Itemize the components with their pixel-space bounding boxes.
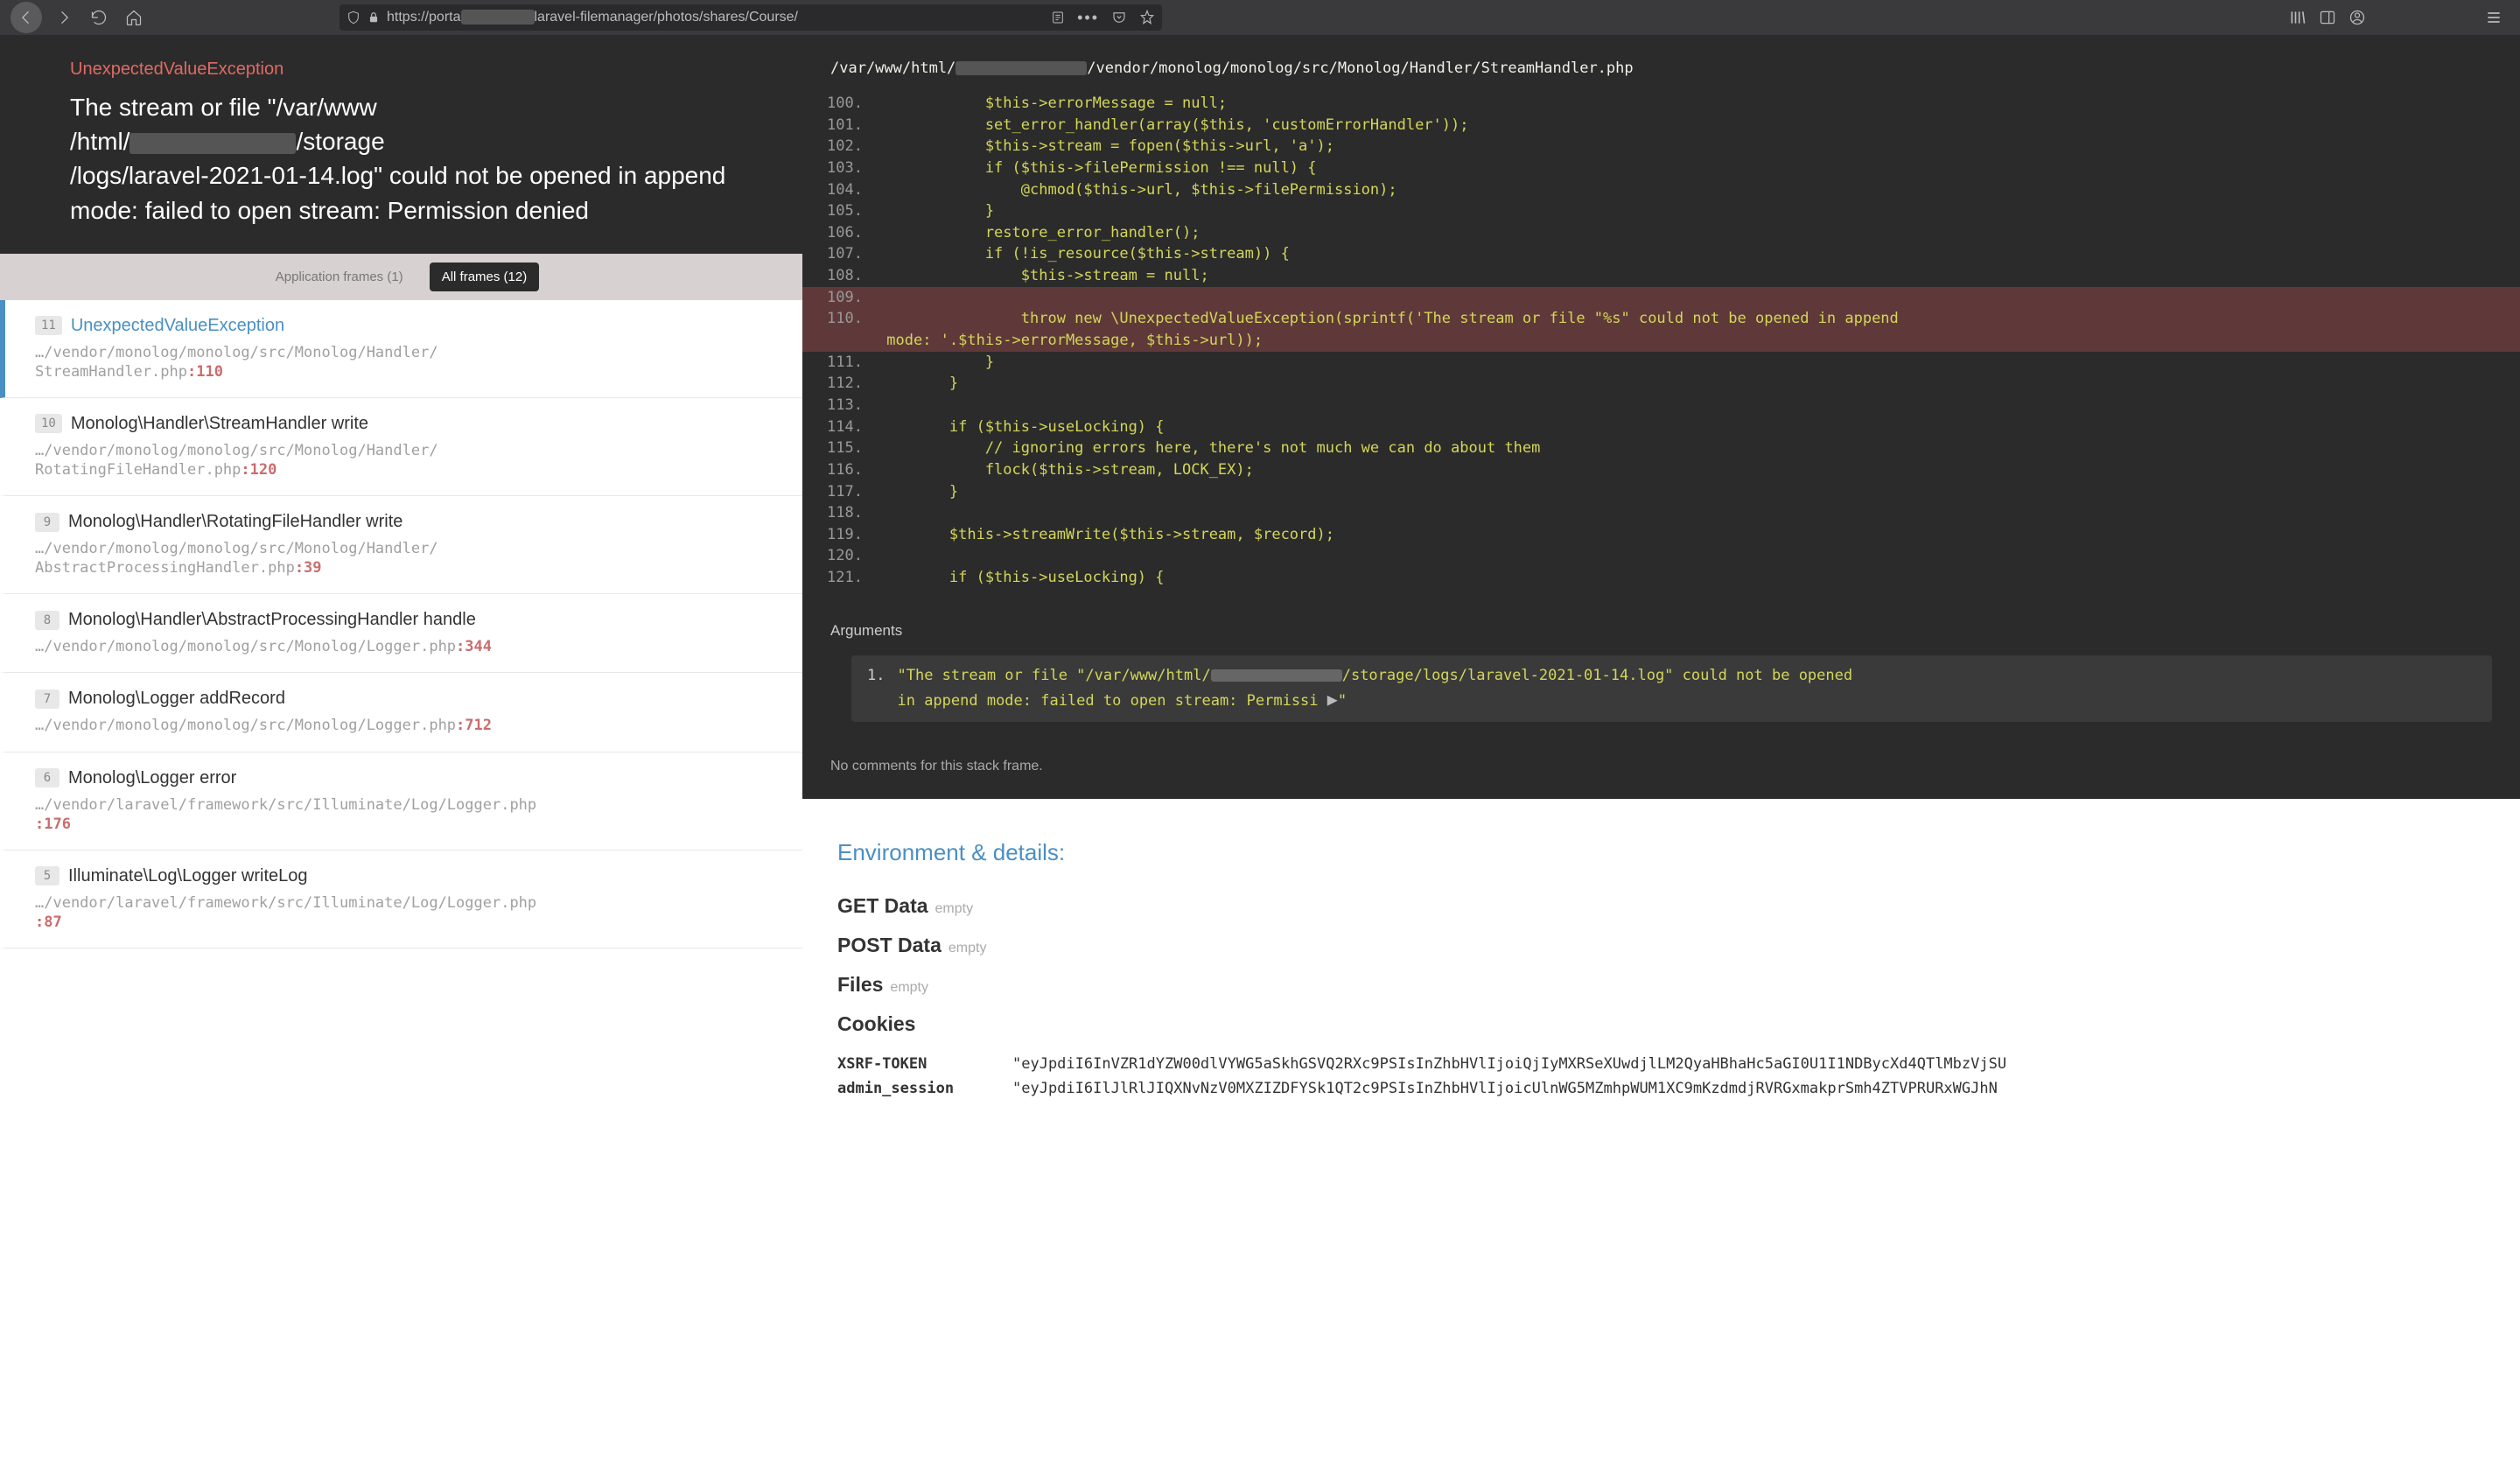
code-line: 103. if ($this->filePermission !== null)…: [802, 158, 2520, 179]
menu-icon[interactable]: [2485, 9, 2502, 26]
lock-icon: [368, 9, 380, 26]
frame-title: Monolog\Handler\StreamHandler write: [71, 414, 368, 434]
environment-heading: Environment & details:: [837, 839, 2485, 866]
frame-path: …/vendor/monolog/monolog/src/Monolog/Log…: [35, 637, 781, 656]
reload-button[interactable]: [86, 4, 112, 31]
env-getdata-label: GET Data: [837, 894, 928, 918]
account-icon[interactable]: [2348, 9, 2366, 26]
cookies-table: XSRF-TOKEN "eyJpdiI6InVZR1dYZW00dlVYWG5aS…: [837, 1052, 2485, 1101]
code-line: 117. }: [802, 481, 2520, 503]
url-text: https://portaxxxlaravel-filemanager/phot…: [387, 10, 798, 25]
cookie-key: admin_session: [837, 1080, 960, 1097]
env-cookies-label: Cookies: [837, 1012, 915, 1036]
code-line: 119. $this->streamWrite($this->stream, $…: [802, 524, 2520, 546]
browser-toolbar: https://portaxxxlaravel-filemanager/phot…: [0, 0, 2520, 35]
code-line: 114. if ($this->useLocking) {: [802, 416, 2520, 438]
code-line: 112. }: [802, 373, 2520, 395]
argument-list: 1. "The stream or file "/var/www/html//s…: [851, 655, 2492, 723]
env-postdata-label: POST Data: [837, 934, 942, 957]
stack-frame[interactable]: 11 UnexpectedValueException …/vendor/monol…: [0, 300, 802, 398]
frame-title: Monolog\Handler\AbstractProcessingHandle…: [68, 610, 476, 630]
back-button[interactable]: [10, 2, 42, 33]
exception-class: UnexpectedValueException: [70, 60, 767, 80]
frame-title: Monolog\Logger error: [68, 768, 236, 788]
frame-number: 6: [35, 768, 60, 788]
env-files-label: Files: [837, 973, 883, 997]
frame-path: …/vendor/monolog/monolog/src/Monolog/Han…: [35, 539, 781, 578]
shield-icon: [346, 9, 360, 26]
stack-frame[interactable]: 6 Monolog\Logger error …/vendor/laravel/fr…: [0, 752, 802, 850]
page-actions-icon[interactable]: •••: [1077, 9, 1099, 27]
tab-application-frames[interactable]: Application frames (1): [263, 262, 416, 291]
cookie-value: "eyJpdiI6IlJlRlJIQXNvNzV0MXZIZDFYSk1QT2c…: [1012, 1080, 2485, 1097]
cookie-row: XSRF-TOKEN "eyJpdiI6InVZR1dYZW00dlVYWG5aS…: [837, 1052, 2485, 1076]
sidebar-icon[interactable]: [2319, 9, 2336, 26]
code-line: 104. @chmod($this->url, $this->filePermi…: [802, 179, 2520, 201]
code-line: 100. $this->errorMessage = null;: [802, 93, 2520, 115]
code-line: 118.: [802, 502, 2520, 524]
code-line: 111. }: [802, 352, 2520, 374]
argument-item: 1. "The stream or file "/var/www/html//s…: [867, 666, 2476, 712]
forward-button[interactable]: [51, 4, 77, 31]
exception-message: The stream or file "/var/www /html//stor…: [70, 90, 767, 228]
stack-frame[interactable]: 8 Monolog\Handler\AbstractProcessingHandl…: [0, 594, 802, 673]
code-line: 109.: [802, 287, 2520, 309]
stack-frame[interactable]: 9 Monolog\Handler\RotatingFileHandler wri…: [0, 496, 802, 594]
bookmark-star-icon[interactable]: [1139, 9, 1155, 26]
pocket-icon[interactable]: [1111, 9, 1127, 26]
reader-icon[interactable]: [1051, 9, 1065, 26]
frame-number: 9: [35, 513, 60, 532]
frame-title: Illuminate\Log\Logger writeLog: [68, 866, 308, 886]
tab-all-frames[interactable]: All frames (12): [430, 262, 540, 291]
code-line: 116. flock($this->stream, LOCK_EX);: [802, 459, 2520, 481]
stack-frame[interactable]: 7 Monolog\Logger addRecord …/vendor/monolo…: [0, 673, 802, 752]
library-icon[interactable]: [2289, 9, 2306, 26]
frame-title: UnexpectedValueException: [71, 316, 284, 336]
right-column: /var/www/html//vendor/monolog/monolog/sr…: [802, 35, 2520, 1477]
frame-number: 5: [35, 866, 60, 886]
arguments-label: Arguments: [830, 622, 2492, 640]
environment-section: Environment & details: GET Dataempty POS…: [802, 799, 2520, 1477]
code-line: 108. $this->stream = null;: [802, 265, 2520, 287]
code-line: 101. set_error_handler(array($this, 'cus…: [802, 115, 2520, 136]
cookie-row: admin_session "eyJpdiI6IlJlRlJIQXNvNzV0MX…: [837, 1076, 2485, 1101]
code-line: 105. }: [802, 200, 2520, 222]
left-column: UnexpectedValueException The stream or f…: [0, 35, 802, 1477]
frame-path: …/vendor/monolog/monolog/src/Monolog/Log…: [35, 716, 781, 735]
frames-list[interactable]: 11 UnexpectedValueException …/vendor/monol…: [0, 300, 802, 1477]
frame-tabs: Application frames (1) All frames (12): [0, 254, 802, 300]
code-line: 102. $this->stream = fopen($this->url, '…: [802, 136, 2520, 158]
frame-title: Monolog\Logger addRecord: [68, 689, 285, 709]
file-path: /var/www/html//vendor/monolog/monolog/sr…: [802, 60, 2520, 93]
frame-title: Monolog\Handler\RotatingFileHandler writ…: [68, 512, 402, 532]
frame-number: 7: [35, 690, 60, 709]
frame-path: …/vendor/laravel/framework/src/Illuminat…: [35, 893, 781, 932]
code-line: 121. if ($this->useLocking) {: [802, 567, 2520, 589]
frame-path: …/vendor/monolog/monolog/src/Monolog/Han…: [35, 441, 781, 480]
arguments-section: Arguments 1. "The stream or file "/var/w…: [802, 606, 2520, 747]
code-line: 115. // ignoring errors here, there's no…: [802, 438, 2520, 459]
code-block: 100. $this->errorMessage = null;101. set…: [802, 93, 2520, 606]
frame-number: 8: [35, 611, 60, 630]
frame-path: …/vendor/monolog/monolog/src/Monolog/Han…: [35, 343, 781, 382]
code-line: 110. throw new \UnexpectedValueException…: [802, 308, 2520, 330]
cookie-value: "eyJpdiI6InVZR1dYZW00dlVYWG5aSkhGSVQ2RXc…: [1012, 1055, 2485, 1073]
code-line: 120.: [802, 545, 2520, 567]
code-line: 113.: [802, 395, 2520, 416]
cookie-key: XSRF-TOKEN: [837, 1055, 960, 1073]
stack-frame[interactable]: 10 Monolog\Handler\StreamHandler write …/v…: [0, 398, 802, 496]
frame-path: …/vendor/laravel/framework/src/Illuminat…: [35, 795, 781, 834]
code-section: /var/www/html//vendor/monolog/monolog/sr…: [802, 35, 2520, 606]
url-bar[interactable]: https://portaxxxlaravel-filemanager/phot…: [340, 4, 1162, 31]
frame-number: 10: [35, 414, 62, 433]
code-line: 106. restore_error_handler();: [802, 222, 2520, 244]
error-header: UnexpectedValueException The stream or f…: [0, 35, 802, 254]
frame-number: 11: [35, 316, 62, 335]
home-button[interactable]: [121, 4, 147, 31]
expand-icon[interactable]: ▶: [1327, 689, 1338, 710]
stack-comments: No comments for this stack frame.: [802, 746, 2520, 799]
stack-frame[interactable]: 5 Illuminate\Log\Logger writeLog …/vendor/…: [0, 850, 802, 948]
code-line: 107. if (!is_resource($this->stream)) {: [802, 243, 2520, 265]
